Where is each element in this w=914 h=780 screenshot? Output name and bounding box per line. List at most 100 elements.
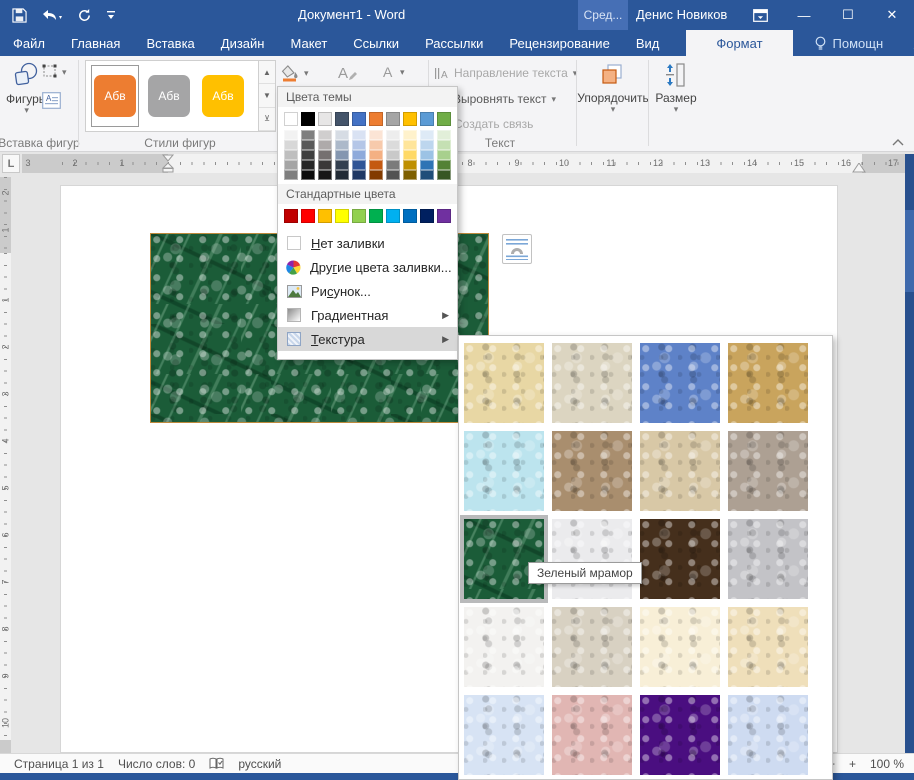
theme-variant-0-9[interactable] [437,130,451,140]
menu-item-more-fill-colors[interactable]: Другие цвета заливки... [278,255,457,279]
text-effects-button[interactable]: A ▾ [381,64,405,80]
theme-color-4[interactable] [352,112,366,126]
theme-variant-1-1[interactable] [301,140,315,150]
menu-item-no-fill[interactable]: Нет заливки [278,231,457,255]
standard-color-3[interactable] [335,209,349,223]
theme-variant-2-3[interactable] [335,150,349,160]
theme-variant-2-9[interactable] [437,150,451,160]
theme-variant-4-4[interactable] [352,170,366,180]
theme-variant-3-7[interactable] [403,160,417,170]
theme-color-5[interactable] [369,112,383,126]
standard-color-7[interactable] [403,209,417,223]
save-icon[interactable] [12,8,27,23]
tab-mailings[interactable]: Рассылки [412,30,496,56]
gallery-up-icon[interactable]: ▲ [259,61,275,84]
edit-points-button[interactable]: ▾ [42,64,67,79]
theme-variant-2-0[interactable] [284,150,298,160]
theme-variant-2-8[interactable] [420,150,434,160]
theme-variant-2-2[interactable] [318,150,332,160]
texture-swatch-brown-granite[interactable] [728,431,808,511]
text-box-button[interactable]: А [42,92,61,109]
layout-options-button[interactable] [502,234,532,264]
theme-variant-3-4[interactable] [352,160,366,170]
tab-home[interactable]: Главная [58,30,133,56]
theme-variant-2-1[interactable] [301,150,315,160]
texture-swatch-denim[interactable] [640,343,720,423]
theme-variant-3-2[interactable] [318,160,332,170]
theme-variant-1-5[interactable] [369,140,383,150]
tab-design[interactable]: Дизайн [208,30,278,56]
theme-variant-4-3[interactable] [335,170,349,180]
texture-swatch-woven-mat[interactable] [728,343,808,423]
gallery-down-icon[interactable]: ▼ [259,84,275,107]
theme-variant-3-0[interactable] [284,160,298,170]
gallery-more-icon[interactable]: ⊻ [259,108,275,131]
theme-variant-1-3[interactable] [335,140,349,150]
theme-variant-2-4[interactable] [352,150,366,160]
theme-variant-2-5[interactable] [369,150,383,160]
language-indicator[interactable]: русский [238,757,281,771]
theme-color-2[interactable] [318,112,332,126]
texture-swatch-brown-marble[interactable] [640,519,720,599]
texture-swatch-parchment[interactable] [640,607,720,687]
texture-swatch-fish-fossil[interactable] [640,431,720,511]
right-indent-marker[interactable] [852,163,866,173]
standard-color-2[interactable] [318,209,332,223]
zoom-in-button[interactable]: + [849,757,856,771]
theme-variant-0-5[interactable] [369,130,383,140]
proofing-icon[interactable] [209,757,224,770]
theme-variant-1-8[interactable] [420,140,434,150]
texture-swatch-granite[interactable] [728,519,808,599]
vertical-ruler[interactable]: 21 12345678910 [0,177,11,753]
text-direction-button[interactable]: А Направление текста▾ [434,66,577,80]
tab-selector[interactable]: L [2,154,20,173]
theme-variant-3-6[interactable] [386,160,400,170]
texture-swatch-green-marble[interactable] [464,519,544,599]
shape-style-2[interactable]: Абв [145,65,193,127]
theme-color-8[interactable] [420,112,434,126]
theme-variant-0-4[interactable] [352,130,366,140]
standard-color-6[interactable] [386,209,400,223]
ribbon-display-options-icon[interactable] [738,0,782,30]
theme-color-0[interactable] [284,112,298,126]
close-button[interactable]: ✕ [870,0,914,30]
theme-variant-4-8[interactable] [420,170,434,180]
theme-variant-2-7[interactable] [403,150,417,160]
redo-icon[interactable] [77,8,92,23]
theme-variant-1-4[interactable] [352,140,366,150]
theme-variant-4-7[interactable] [403,170,417,180]
texture-swatch-water-droplets[interactable] [464,431,544,511]
text-fill-button[interactable]: А [336,64,358,82]
standard-color-1[interactable] [301,209,315,223]
menu-item-picture[interactable]: Рисунок... [278,279,457,303]
theme-color-6[interactable] [386,112,400,126]
texture-swatch-papyrus[interactable] [464,343,544,423]
theme-variant-4-2[interactable] [318,170,332,180]
texture-swatch-bouquet[interactable] [728,695,808,775]
size-button[interactable]: Размер ▾ [652,62,700,113]
shape-fill-button[interactable]: ▾ [281,64,309,82]
theme-variant-0-2[interactable] [318,130,332,140]
texture-swatch-pink-tissue-paper[interactable] [552,695,632,775]
theme-variant-1-0[interactable] [284,140,298,150]
standard-color-0[interactable] [284,209,298,223]
theme-variant-1-2[interactable] [318,140,332,150]
zoom-level[interactable]: 100 % [870,757,904,771]
tab-review[interactable]: Рецензирование [496,30,622,56]
theme-variant-4-0[interactable] [284,170,298,180]
theme-variant-0-8[interactable] [420,130,434,140]
contextual-tab-group[interactable]: Сред... [578,0,628,30]
theme-variant-4-6[interactable] [386,170,400,180]
theme-variant-3-9[interactable] [437,160,451,170]
texture-swatch-white-marble[interactable] [552,519,632,599]
theme-variant-2-6[interactable] [386,150,400,160]
theme-variant-4-9[interactable] [437,170,451,180]
tab-view[interactable]: Вид [623,30,673,56]
texture-swatch-blue-tissue-paper[interactable] [464,695,544,775]
theme-variant-3-3[interactable] [335,160,349,170]
texture-swatch-paper-bag[interactable] [552,431,632,511]
texture-swatch-recycled-paper[interactable] [552,607,632,687]
theme-variant-4-1[interactable] [301,170,315,180]
vertical-scrollbar[interactable] [905,154,914,753]
standard-color-4[interactable] [352,209,366,223]
